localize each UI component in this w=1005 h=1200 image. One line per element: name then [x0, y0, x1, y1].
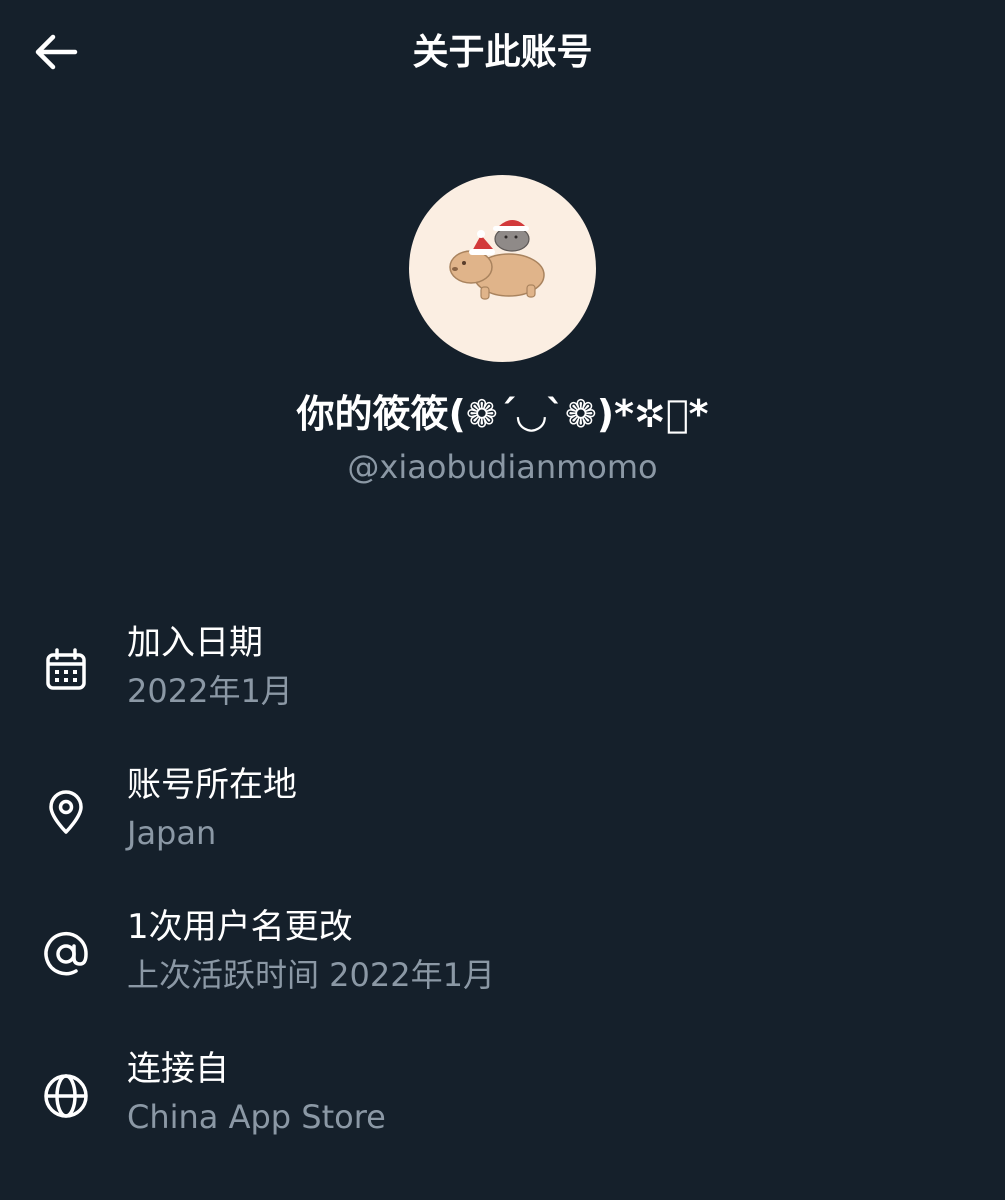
about-account-screen: 关于此账号 你的筱筱(❁´◡`❁)*✲゚* @xiaobudianmomo 加入…	[0, 0, 1005, 1200]
info-row-connected-via: 连接自 China App Store	[0, 1038, 1005, 1180]
info-row-username-changes: 1次用户名更改 上次活跃时间 2022年1月	[0, 896, 1005, 1038]
globe-icon	[38, 1068, 94, 1124]
avatar[interactable]	[409, 175, 596, 362]
info-row-account-location: 账号所在地 Japan	[0, 754, 1005, 896]
at-sign-icon	[38, 926, 94, 982]
info-value-last-active: 上次活跃时间 2022年1月	[127, 956, 495, 994]
username-handle: @xiaobudianmomo	[347, 448, 658, 486]
info-title-connected-via: 连接自	[127, 1049, 229, 1089]
display-name: 你的筱筱(❁´◡`❁)*✲゚*	[296, 392, 709, 436]
page-title: 关于此账号	[412, 32, 593, 73]
location-pin-icon	[38, 784, 94, 840]
calendar-icon	[38, 642, 94, 698]
top-bar: 关于此账号	[0, 0, 1005, 105]
info-title-username-changes: 1次用户名更改	[127, 907, 353, 947]
info-value-connected-via: China App Store	[127, 1098, 386, 1136]
info-title-account-location: 账号所在地	[127, 765, 297, 805]
info-value-account-location: Japan	[127, 814, 217, 852]
info-title-join-date: 加入日期	[127, 623, 263, 663]
avatar-image	[449, 219, 545, 300]
account-info-list: 加入日期 2022年1月 账号所在地 Japan 1次用户名更改 上次活跃时间	[0, 612, 1005, 1180]
info-value-join-date: 2022年1月	[127, 672, 293, 710]
info-row-join-date: 加入日期 2022年1月	[0, 612, 1005, 754]
